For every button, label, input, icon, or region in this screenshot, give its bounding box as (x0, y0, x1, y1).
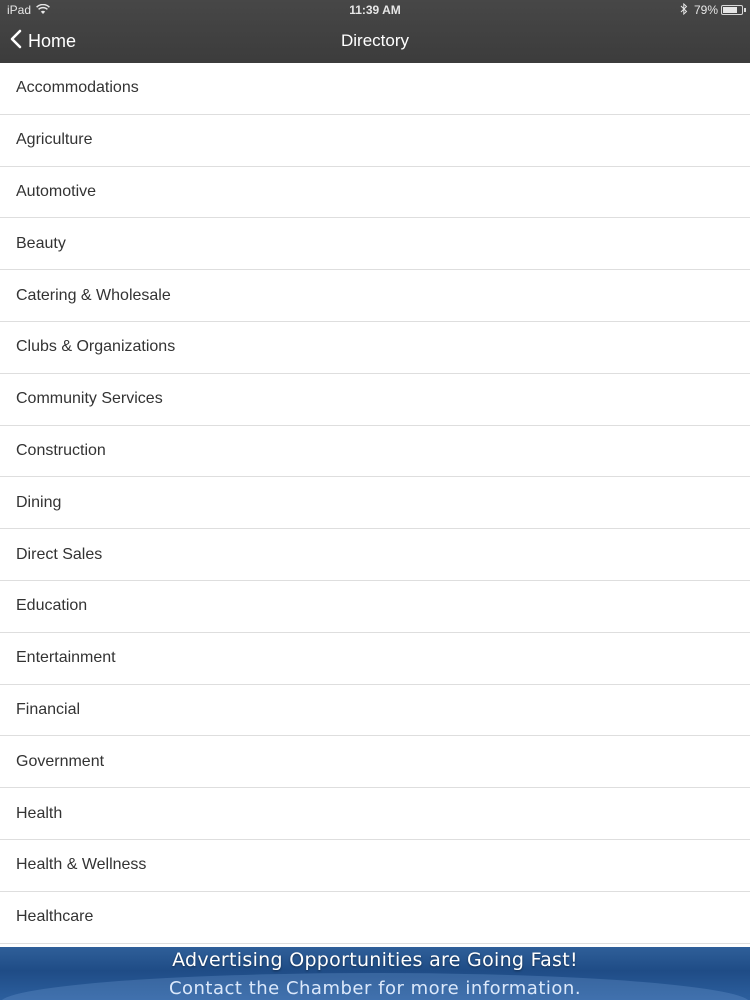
directory-item[interactable]: Entertainment (0, 632, 750, 685)
directory-item-label: Healthcare (16, 908, 94, 926)
top-bar: iPad 11:39 AM 79% Home Directory (0, 0, 750, 63)
navigation-bar: Home Directory (0, 20, 750, 63)
directory-item[interactable]: Automotive (0, 166, 750, 219)
battery-percent: 79% (694, 3, 719, 17)
directory-item-label: Direct Sales (16, 545, 103, 563)
directory-item[interactable]: Direct Sales (0, 529, 750, 581)
directory-item[interactable]: Dining (0, 477, 750, 530)
directory-item[interactable]: Agriculture (0, 114, 750, 167)
directory-item-label: Accommodations (16, 79, 139, 97)
directory-item[interactable]: Beauty (0, 218, 750, 271)
battery-icon (721, 5, 746, 15)
directory-item-label: Automotive (16, 182, 97, 200)
directory-item[interactable]: Health (0, 788, 750, 840)
directory-item-label: Dining (16, 493, 62, 511)
directory-item-label: Catering & Wholesale (16, 286, 171, 304)
banner-subtext: Contact the Chamber for more information… (168, 978, 582, 999)
directory-item[interactable]: Clubs & Organizations (0, 321, 750, 374)
battery-nub (744, 8, 746, 12)
bluetooth-icon (680, 2, 688, 18)
directory-item-label: Construction (16, 441, 106, 459)
directory-item-label: Financial (16, 700, 81, 718)
directory-item-label: Education (16, 597, 88, 615)
directory-item-label: Entertainment (16, 649, 116, 667)
directory-item-label: Health & Wellness (16, 856, 147, 874)
directory-item[interactable]: Financial (0, 684, 750, 737)
status-bar: iPad 11:39 AM 79% (0, 0, 750, 20)
directory-item[interactable]: Catering & Wholesale (0, 270, 750, 322)
status-time: 11:39 AM (349, 3, 401, 17)
directory-item-label: Beauty (16, 234, 66, 252)
advertising-banner[interactable]: Advertising Opportunities are Going Fast… (0, 947, 750, 1000)
directory-list: Accommodations Agriculture Automotive Beaut… (0, 63, 750, 947)
directory-item-label: Government (16, 752, 105, 770)
directory-item-label: Agriculture (16, 131, 93, 149)
directory-item-label: Clubs & Organizations (16, 338, 176, 356)
directory-item-label: Health (16, 804, 63, 822)
directory-item[interactable]: Healthcare (0, 891, 750, 944)
banner-headline: Advertising Opportunities are Going Fast… (172, 949, 578, 971)
directory-item[interactable]: Accommodations (0, 63, 750, 115)
directory-item[interactable]: Education (0, 580, 750, 633)
directory-item[interactable]: Health & Wellness (0, 839, 750, 892)
directory-item[interactable]: Construction (0, 425, 750, 478)
directory-item[interactable]: Government (0, 736, 750, 789)
page-title: Directory (340, 31, 409, 50)
directory-item-label: Community Services (16, 390, 163, 408)
directory-item[interactable]: Community Services (0, 373, 750, 426)
battery-level-fill (723, 7, 737, 13)
